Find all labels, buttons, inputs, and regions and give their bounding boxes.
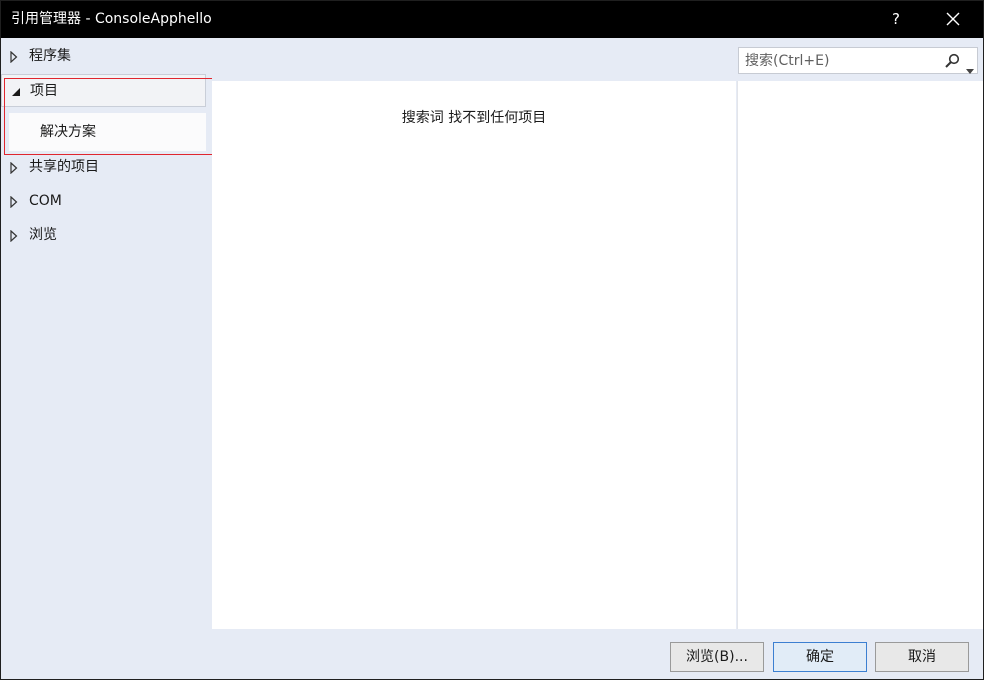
expand-arrow-icon[interactable] <box>10 151 18 184</box>
search-icon[interactable] <box>944 53 960 73</box>
title-bar: 引用管理器 - ConsoleApphello ? <box>1 1 983 38</box>
cancel-button[interactable]: 取消 <box>875 642 969 672</box>
search-box[interactable] <box>738 47 978 74</box>
sidebar-item-shared-projects[interactable]: 共享的项目 <box>1 151 206 184</box>
reference-manager-window: 引用管理器 - ConsoleApphello ? 程序集 项目 解决方案 共享… <box>0 0 984 680</box>
empty-results-message: 搜索词 找不到任何项目 <box>401 110 547 126</box>
details-pane <box>737 81 983 629</box>
help-button[interactable]: ? <box>882 7 910 31</box>
sidebar: 程序集 项目 解决方案 共享的项目 COM 浏览 <box>1 38 212 629</box>
expand-arrow-icon[interactable] <box>10 40 18 73</box>
sidebar-item-assemblies[interactable]: 程序集 <box>1 40 206 73</box>
sidebar-item-label: 浏览 <box>29 227 57 243</box>
sidebar-item-projects[interactable]: 项目 <box>1 74 206 107</box>
close-button[interactable] <box>939 7 967 31</box>
window-title: 引用管理器 - ConsoleApphello <box>11 11 212 27</box>
search-options-dropdown-icon[interactable] <box>966 59 974 78</box>
browse-button[interactable]: 浏览(B)... <box>670 642 764 672</box>
collapse-arrow-icon[interactable] <box>11 75 21 108</box>
dialog-footer: 浏览(B)... 确定 取消 <box>1 629 983 679</box>
sidebar-item-label: 程序集 <box>29 48 71 64</box>
sidebar-item-label: COM <box>29 193 62 209</box>
search-input[interactable] <box>745 51 935 71</box>
expand-arrow-icon[interactable] <box>10 185 18 218</box>
sidebar-item-label: 项目 <box>30 83 58 99</box>
expand-arrow-icon[interactable] <box>10 219 18 252</box>
close-icon <box>946 12 960 26</box>
sidebar-item-com[interactable]: COM <box>1 185 206 218</box>
results-list: 搜索词 找不到任何项目 <box>212 81 736 629</box>
sidebar-subitem-label: 解决方案 <box>40 124 96 140</box>
ok-button[interactable]: 确定 <box>773 642 867 672</box>
sidebar-subitem-solution[interactable]: 解决方案 <box>9 113 206 151</box>
sidebar-item-label: 共享的项目 <box>29 159 99 175</box>
sidebar-item-browse[interactable]: 浏览 <box>1 219 206 252</box>
